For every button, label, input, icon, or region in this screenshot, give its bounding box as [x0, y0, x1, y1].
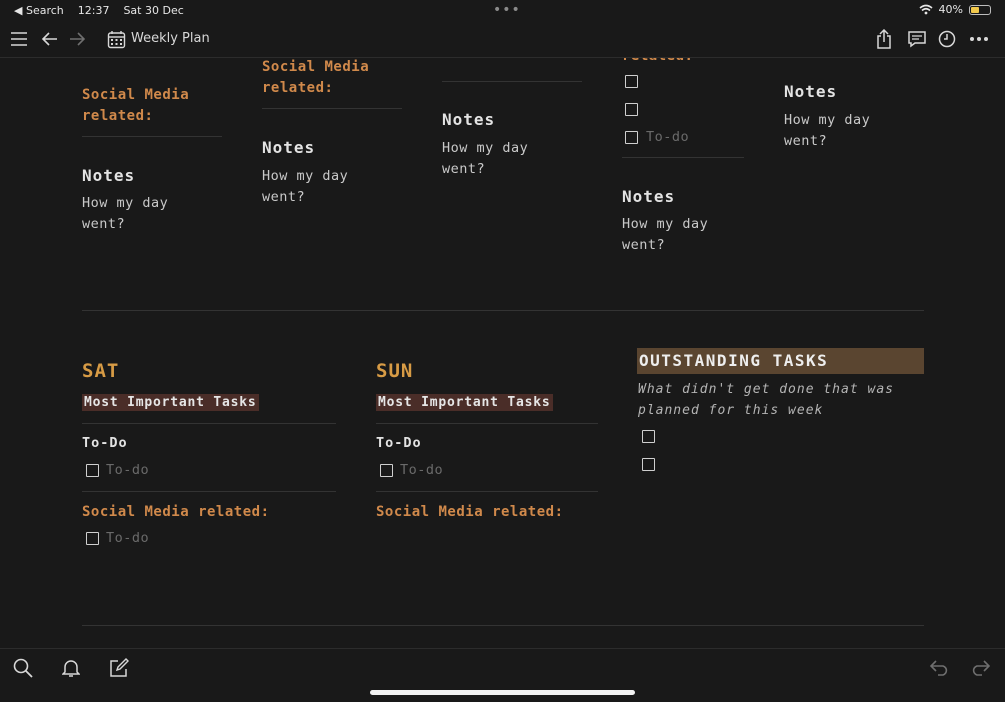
page-title[interactable]: Weekly Plan [131, 31, 210, 46]
top-toolbar: Weekly Plan [0, 20, 1005, 58]
todo-placeholder[interactable]: To-do [646, 129, 689, 145]
divider [376, 423, 598, 424]
social-media-heading: Social Media related: [262, 59, 370, 96]
status-date: Sat 30 Dec [123, 4, 184, 17]
outstanding-tasks-banner: OUTSTANDING TASKS [637, 348, 924, 374]
notes-body[interactable]: How my day went? [442, 138, 528, 180]
battery-icon [969, 4, 991, 15]
notes-body[interactable]: How my day went? [82, 193, 168, 235]
notes-body[interactable]: How my day went? [784, 110, 870, 152]
divider [82, 491, 336, 492]
notes-body[interactable]: How my day went? [622, 214, 708, 256]
checkbox[interactable] [380, 464, 393, 477]
social-media-heading: Social Media related: [82, 504, 270, 520]
checkbox[interactable] [625, 131, 638, 144]
checkbox[interactable] [625, 103, 638, 116]
status-bar: ◀ Search 12:37 Sat 30 Dec ••• 40% [0, 0, 1005, 20]
calendar-icon [105, 28, 127, 50]
todo-placeholder[interactable]: To-do [106, 530, 149, 546]
redo-icon[interactable] [969, 657, 991, 679]
section-divider [82, 625, 924, 626]
notes-heading: Notes [262, 138, 316, 157]
divider [82, 423, 336, 424]
checkbox[interactable] [625, 75, 638, 88]
divider [262, 108, 402, 109]
checkbox[interactable] [86, 532, 99, 545]
todo-heading: To-Do [82, 435, 128, 451]
divider [82, 136, 222, 137]
notes-heading: Notes [622, 187, 676, 206]
notes-heading: Notes [82, 166, 136, 185]
checkbox[interactable] [642, 430, 655, 443]
outstanding-description: What didn't get done that was planned fo… [638, 382, 894, 418]
todo-placeholder[interactable]: To-do [106, 462, 149, 478]
todo-placeholder[interactable]: To-do [400, 462, 443, 478]
day-heading-sat: SAT [82, 360, 120, 382]
divider [442, 81, 582, 82]
status-time: 12:37 [77, 4, 110, 17]
comments-icon[interactable] [906, 28, 928, 50]
todo-heading: To-Do [376, 435, 422, 451]
notes-heading: Notes [784, 82, 838, 101]
partial-social-heading: related: [622, 58, 693, 67]
battery-percent: 40% [938, 3, 963, 16]
section-divider [82, 310, 924, 311]
checkbox[interactable] [642, 458, 655, 471]
notes-body[interactable]: How my day went? [262, 166, 348, 208]
social-media-heading: Social Media related: [82, 87, 190, 124]
share-icon[interactable] [873, 28, 895, 50]
back-arrow-icon[interactable] [39, 28, 61, 50]
social-media-heading: Social Media related: [376, 504, 564, 520]
forward-arrow-icon[interactable] [66, 28, 88, 50]
home-indicator[interactable] [370, 690, 635, 695]
divider [622, 157, 744, 158]
day-heading-sun: SUN [376, 360, 414, 382]
wifi-icon [919, 4, 933, 15]
partial-heading-clip: related: [622, 58, 752, 68]
search-icon[interactable] [12, 657, 34, 679]
history-clock-icon[interactable] [936, 28, 958, 50]
undo-icon[interactable] [929, 657, 951, 679]
outstanding-tasks-title: OUTSTANDING TASKS [639, 351, 829, 370]
checkbox[interactable] [86, 464, 99, 477]
most-important-tasks-label: Most Important Tasks [376, 394, 553, 411]
bell-icon[interactable] [60, 657, 82, 679]
most-important-tasks-label: Most Important Tasks [82, 394, 259, 411]
more-options-icon[interactable] [968, 28, 990, 50]
back-to-app[interactable]: ◀ Search [14, 4, 64, 17]
compose-icon[interactable] [108, 657, 130, 679]
menu-icon[interactable] [8, 28, 30, 50]
divider [376, 491, 598, 492]
multitasking-dots[interactable]: ••• [493, 2, 521, 18]
notes-heading: Notes [442, 110, 496, 129]
